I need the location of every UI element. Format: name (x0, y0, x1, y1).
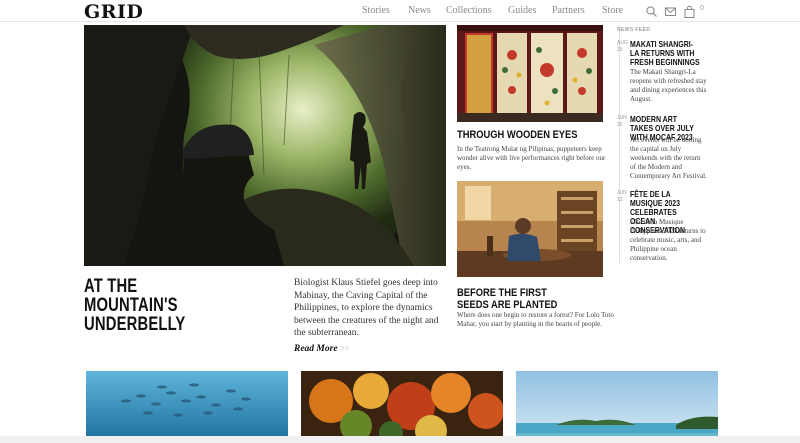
story-description-wooden-eyes: In the Teatrong Mulat ng Pilipinas, pupp… (457, 145, 606, 171)
bottom-story-image-beach[interactable] (516, 371, 718, 443)
search-icon[interactable] (645, 4, 659, 18)
cart-count: 0 (700, 5, 704, 12)
hero-title[interactable]: AT THE MOUNTAIN'S UNDERBELLY (84, 277, 232, 334)
news-date-month: JUN (617, 115, 627, 121)
news-date: JUN 13 (617, 190, 629, 204)
story-title-first-seeds[interactable]: BEFORE THE FIRST SEEDS ARE PLANTED (457, 287, 576, 311)
site-logo[interactable]: GRID (84, 1, 143, 23)
news-date-day: 13 (617, 197, 623, 203)
double-chevron-right-icon: >> (340, 344, 350, 353)
news-description: The Makati Shangri-La reopens with refre… (630, 68, 707, 103)
news-title[interactable]: MAKATI SHANGRI-LA RETURNS WITH FRESH BEG… (630, 40, 701, 67)
news-date-day: 25 (617, 47, 623, 53)
bottom-story-image-fish[interactable] (86, 371, 288, 443)
news-date: JUN 30 (617, 115, 629, 129)
news-date: AUG 25 (617, 40, 629, 54)
bottom-story-image-festival[interactable] (301, 371, 503, 443)
news-description: Fête de la Musique Philippines 2023 retu… (630, 218, 706, 262)
story-description-first-seeds: Where does one begin to restore a forest… (457, 311, 614, 328)
story-title-wooden-eyes[interactable]: THROUGH WOODEN EYES (457, 129, 593, 141)
footer-bar (0, 436, 800, 443)
news-feed-label: NEWS FEED (617, 27, 651, 33)
nav-partners[interactable]: Partners (552, 5, 585, 16)
hero-title-line-2[interactable]: MOUNTAIN'S (84, 296, 232, 315)
hero-description: Biologist Klaus Stiefel goes deep into M… (294, 278, 439, 339)
nav-stories[interactable]: Stories (362, 5, 390, 16)
read-more-link[interactable]: Read More >> (294, 344, 350, 354)
hero-title-line-1[interactable]: AT THE (84, 277, 232, 296)
news-description: Art events will be dotting the capital o… (630, 136, 707, 180)
read-more-label[interactable]: Read More (294, 344, 338, 354)
news-date-month: JUN (617, 190, 627, 196)
nav-guides[interactable]: Guides (508, 5, 536, 16)
mail-icon[interactable] (664, 4, 678, 18)
news-date-day: 30 (617, 122, 623, 128)
nav-store[interactable]: Store (602, 5, 623, 16)
hero-title-line-3[interactable]: UNDERBELLY (84, 315, 232, 334)
story-image-first-seeds[interactable] (457, 181, 603, 277)
hero-image[interactable] (84, 25, 446, 266)
nav-news[interactable]: News (408, 5, 431, 16)
shopping-bag-icon[interactable] (683, 4, 697, 18)
news-date-month: AUG (617, 40, 628, 46)
story-image-wooden-eyes[interactable] (457, 25, 603, 122)
news-feed-divider (619, 25, 620, 263)
site-header: GRID Stories News Collections Guides Par… (0, 0, 800, 23)
nav-collections[interactable]: Collections (446, 5, 492, 16)
